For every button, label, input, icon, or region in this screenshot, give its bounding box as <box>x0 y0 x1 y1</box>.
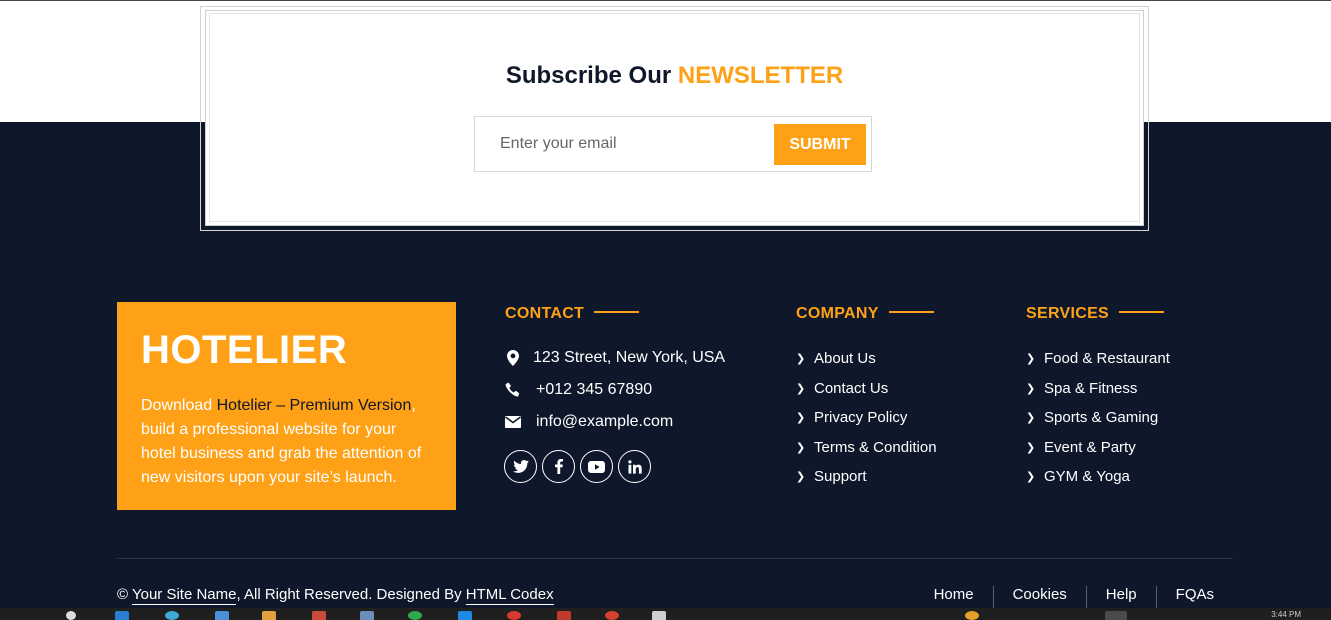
company-link-privacy[interactable]: ❯ Privacy Policy <box>796 409 907 426</box>
phone-text: +012 345 67890 <box>536 381 653 398</box>
newsletter-title-prefix: Subscribe Our <box>505 62 672 89</box>
company-link-label: About Us <box>814 350 876 367</box>
taskbar-clock[interactable]: 3:44 PM <box>1271 610 1301 619</box>
footer-divider <box>117 558 1233 559</box>
address-text: 123 Street, New York, USA <box>533 349 726 366</box>
brand-text-before: Download <box>141 397 217 414</box>
services-heading-label: SERVICES <box>1026 305 1110 322</box>
company-heading: COMPANY <box>796 305 934 323</box>
footer-menu-help[interactable]: Help <box>1085 586 1156 609</box>
taskbar-app-icon[interactable] <box>360 611 374 620</box>
company-link-label: Contact Us <box>814 380 889 397</box>
designer-link[interactable]: HTML Codex <box>465 586 554 605</box>
contact-address: 123 Street, New York, USA <box>505 349 725 367</box>
email-text: info@example.com <box>536 413 674 430</box>
newsletter-title-accent: NEWSLETTER <box>677 62 844 89</box>
start-button-icon[interactable] <box>66 611 76 620</box>
taskbar-app-icon[interactable] <box>262 611 276 620</box>
contact-heading: CONTACT <box>505 305 640 323</box>
contact-heading-line <box>594 310 640 313</box>
site-name-link[interactable]: Your Site Name <box>131 586 237 605</box>
chevron-right-icon: ❯ <box>796 353 806 365</box>
taskbar-app-icon[interactable] <box>215 611 229 620</box>
company-link-label: Terms & Condition <box>814 439 937 456</box>
email-input[interactable] <box>476 118 766 170</box>
phone-icon <box>505 381 521 399</box>
chevron-right-icon: ❯ <box>1026 471 1036 483</box>
company-link-label: Support <box>814 468 867 485</box>
service-link-label: Spa & Fitness <box>1044 380 1138 397</box>
services-heading-line <box>1119 310 1165 313</box>
map-marker-icon <box>505 349 521 367</box>
company-link-about[interactable]: ❯ About Us <box>796 350 876 367</box>
chevron-right-icon: ❯ <box>796 412 806 424</box>
facebook-icon[interactable] <box>542 450 575 483</box>
brand-title: HOTELIER <box>141 328 348 372</box>
submit-button[interactable]: SUBMIT <box>774 124 866 165</box>
chevron-right-icon: ❯ <box>1026 353 1036 365</box>
chevron-right-icon: ❯ <box>1026 383 1036 395</box>
taskbar-app-icon[interactable] <box>458 611 472 620</box>
os-taskbar: 3:44 PM <box>0 608 1331 620</box>
contact-heading-label: CONTACT <box>505 305 585 322</box>
service-link-food[interactable]: ❯ Food & Restaurant <box>1026 350 1170 367</box>
linkedin-icon[interactable] <box>618 450 651 483</box>
company-link-terms[interactable]: ❯ Terms & Condition <box>796 439 937 456</box>
newsletter-title: Subscribe Our NEWSLETTER <box>210 62 1139 90</box>
rights-text: , All Right Reserved. Designed By <box>236 586 466 603</box>
taskbar-app-icon[interactable] <box>507 611 521 620</box>
company-heading-line <box>888 310 934 313</box>
premium-version-link[interactable]: Hotelier – Premium Version <box>217 397 412 414</box>
chevron-right-icon: ❯ <box>1026 412 1036 424</box>
social-links <box>504 450 651 483</box>
services-heading: SERVICES <box>1026 305 1165 323</box>
service-link-event[interactable]: ❯ Event & Party <box>1026 439 1136 456</box>
taskbar-app-icon[interactable] <box>557 611 571 620</box>
contact-phone: +012 345 67890 <box>505 381 652 399</box>
company-link-label: Privacy Policy <box>814 409 908 426</box>
contact-email: info@example.com <box>505 413 673 431</box>
service-link-gym[interactable]: ❯ GYM & Yoga <box>1026 468 1130 485</box>
newsletter-box: Subscribe Our NEWSLETTER SUBMIT <box>210 14 1139 221</box>
copyright-line: © Your Site Name, All Right Reserved. De… <box>117 586 554 605</box>
chevron-right-icon: ❯ <box>796 442 806 454</box>
taskbar-app-icon[interactable] <box>965 611 979 620</box>
taskbar-app-icon[interactable] <box>115 611 129 620</box>
company-heading-label: COMPANY <box>796 305 879 322</box>
envelope-icon <box>505 413 521 431</box>
company-link-contact[interactable]: ❯ Contact Us <box>796 380 888 397</box>
service-link-sports[interactable]: ❯ Sports & Gaming <box>1026 409 1158 426</box>
brand-description: Download Hotelier – Premium Version, bui… <box>141 394 432 490</box>
youtube-icon[interactable] <box>580 450 613 483</box>
footer-menu: Home Cookies Help FQAs <box>915 586 1233 609</box>
chevron-right-icon: ❯ <box>1026 442 1036 454</box>
taskbar-app-icon[interactable] <box>652 611 666 620</box>
service-link-label: Food & Restaurant <box>1044 350 1170 367</box>
copyright-symbol: © <box>117 586 129 603</box>
service-link-label: Sports & Gaming <box>1044 409 1159 426</box>
twitter-icon[interactable] <box>504 450 537 483</box>
taskbar-app-icon[interactable] <box>1105 611 1127 620</box>
taskbar-app-icon[interactable] <box>165 611 179 620</box>
chevron-right-icon: ❯ <box>796 471 806 483</box>
service-link-spa[interactable]: ❯ Spa & Fitness <box>1026 380 1137 397</box>
footer-menu-home[interactable]: Home <box>915 586 993 609</box>
newsletter-form: SUBMIT <box>474 116 872 172</box>
service-link-label: GYM & Yoga <box>1044 468 1130 485</box>
footer-menu-cookies[interactable]: Cookies <box>992 586 1086 609</box>
company-link-support[interactable]: ❯ Support <box>796 468 867 485</box>
chevron-right-icon: ❯ <box>796 383 806 395</box>
taskbar-app-icon[interactable] <box>408 611 422 620</box>
brand-box: HOTELIER Download Hotelier – Premium Ver… <box>117 302 456 510</box>
service-link-label: Event & Party <box>1044 439 1136 456</box>
taskbar-app-icon[interactable] <box>312 611 326 620</box>
taskbar-app-icon[interactable] <box>605 611 619 620</box>
footer-menu-faqs[interactable]: FQAs <box>1155 586 1233 609</box>
